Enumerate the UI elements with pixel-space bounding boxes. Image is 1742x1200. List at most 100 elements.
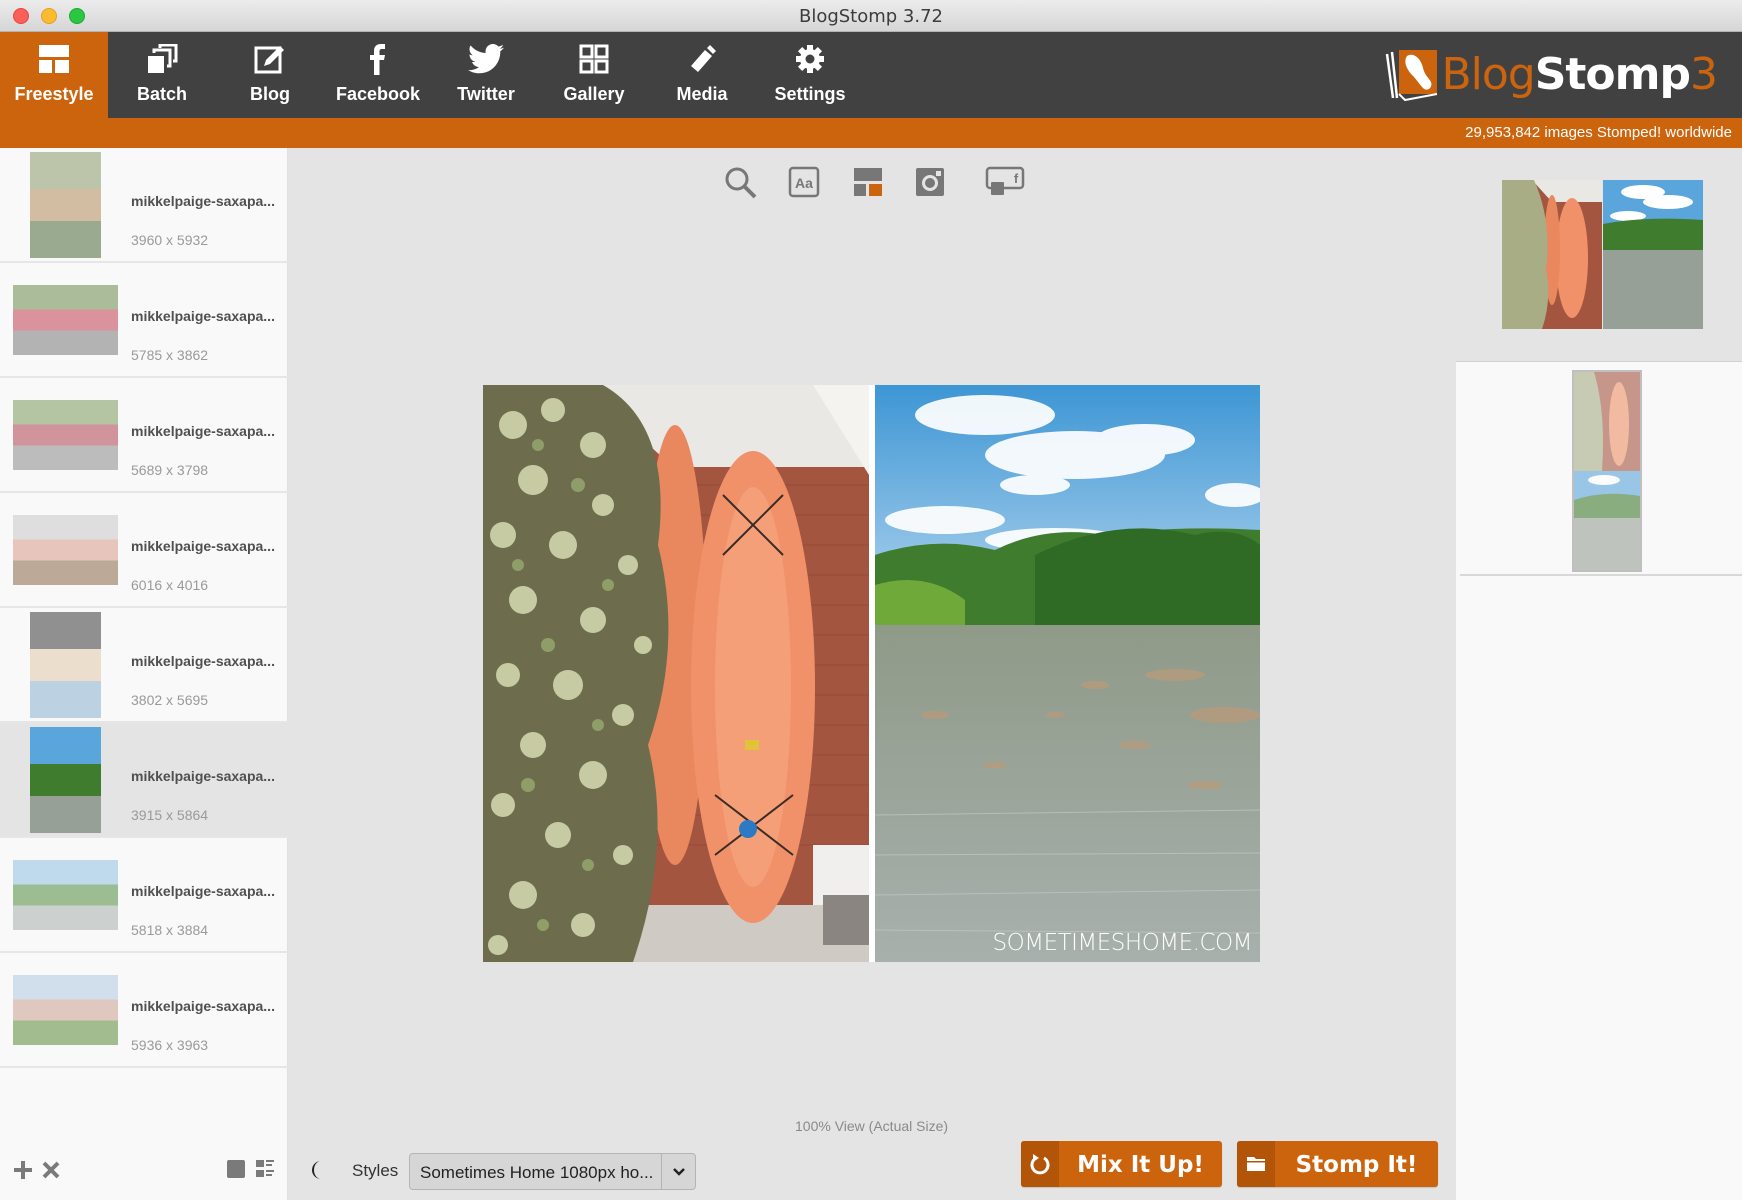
moon-icon xyxy=(312,1161,321,1179)
image-thumbnail xyxy=(30,152,101,258)
styles-label: Styles xyxy=(352,1161,399,1180)
kayak-photo[interactable] xyxy=(483,385,869,962)
nav-label: Freestyle xyxy=(14,84,94,104)
freestyle-layout-icon xyxy=(0,42,108,76)
layout-button[interactable] xyxy=(852,166,892,202)
image-thumbnail xyxy=(30,612,101,718)
chevron-down-icon[interactable] xyxy=(661,1154,695,1189)
facebook-cover-icon: f xyxy=(985,166,1025,195)
remove-image-button[interactable] xyxy=(41,1160,61,1183)
file-dimensions: 5785 x 3862 xyxy=(131,347,209,363)
file-name: mikkelpaige-saxapa... xyxy=(131,653,275,669)
usb-drive-icon xyxy=(648,42,756,76)
collage-canvas[interactable]: SOMETIMESHOME.COM xyxy=(483,385,1260,962)
list-view-button[interactable] xyxy=(256,1160,274,1181)
nav-gallery[interactable]: Gallery xyxy=(540,32,648,118)
file-name: mikkelpaige-saxapa... xyxy=(131,883,275,899)
layout-option-side-by-side[interactable] xyxy=(1456,148,1742,362)
styles-selected-value: Sometimes Home 1080px ho... xyxy=(420,1163,654,1182)
nav-label: Gallery xyxy=(563,84,625,104)
image-thumbnail xyxy=(13,515,118,585)
file-list-item[interactable]: mikkelpaige-saxapa... 5936 x 3963 xyxy=(0,953,288,1068)
mix-it-up-button[interactable]: Mix It Up! xyxy=(1021,1141,1222,1187)
file-list-item[interactable]: mikkelpaige-saxapa... 5689 x 3798 xyxy=(0,378,288,493)
image-thumbnail xyxy=(13,400,118,470)
instagram-button[interactable] xyxy=(914,166,954,202)
nav-label: Batch xyxy=(136,84,187,104)
nav-batch[interactable]: Batch xyxy=(108,32,216,118)
file-list-footer xyxy=(0,1140,288,1200)
stomp-it-button[interactable]: Stomp It! xyxy=(1237,1141,1438,1187)
logo-text-blog: Blog xyxy=(1441,48,1535,100)
stomp-count: 29,953,842 images Stomped! worldwide xyxy=(1465,124,1732,141)
file-list-item[interactable]: mikkelpaige-saxapa... 3915 x 5864 xyxy=(0,723,288,838)
facebook-cover-button[interactable]: f xyxy=(984,166,1032,202)
layout-option-stacked[interactable] xyxy=(1460,362,1742,576)
image-thumbnail xyxy=(30,727,101,833)
mix-it-up-label: Mix It Up! xyxy=(1077,1152,1204,1178)
file-name: mikkelpaige-saxapa... xyxy=(131,308,275,324)
nav-label: Facebook xyxy=(335,84,421,104)
watermark-text: SOMETIMESHOME.COM xyxy=(992,930,1253,956)
twitter-bird-icon xyxy=(432,42,540,76)
file-list-item[interactable]: mikkelpaige-saxapa... 3960 x 5932 xyxy=(0,148,288,263)
nav-media[interactable]: Media xyxy=(648,32,756,118)
file-list-sidebar: mikkelpaige-saxapa... 3960 x 5932 mikkelpa… xyxy=(0,148,288,1200)
title-bar: BlogStomp 3.72 xyxy=(0,0,1742,32)
batch-stack-icon xyxy=(108,42,216,76)
layout-thumb-kayak xyxy=(1502,180,1602,329)
facebook-icon xyxy=(324,42,432,76)
window-title: BlogStomp 3.72 xyxy=(798,6,944,27)
gear-icon xyxy=(756,42,864,76)
text-style-button[interactable]: Aa xyxy=(788,166,828,202)
main-nav: Freestyle Batch Blog Facebook Twitter Ga… xyxy=(0,32,1742,118)
layout-panel xyxy=(1456,148,1742,1200)
layout-thumb-stacked xyxy=(1572,370,1642,572)
zoom-button[interactable] xyxy=(724,166,764,202)
river-photo[interactable]: SOMETIMESHOME.COM xyxy=(875,385,1260,962)
nav-label: Twitter xyxy=(457,84,515,104)
blog-edit-icon xyxy=(216,42,324,76)
styles-dropdown[interactable]: Sometimes Home 1080px ho... xyxy=(409,1153,696,1190)
svg-text:f: f xyxy=(1014,171,1019,186)
nav-label: Blog xyxy=(250,84,290,104)
file-name: mikkelpaige-saxapa... xyxy=(131,998,275,1014)
add-image-button[interactable] xyxy=(13,1160,33,1183)
nav-label: Settings xyxy=(774,84,846,104)
image-thumbnail xyxy=(13,285,118,355)
file-list-item[interactable]: mikkelpaige-saxapa... 3802 x 5695 xyxy=(0,608,288,723)
file-name: mikkelpaige-saxapa... xyxy=(131,193,275,209)
footprint-logo-icon xyxy=(1386,50,1438,102)
file-dimensions: 6016 x 4016 xyxy=(131,577,209,593)
stats-bar: 29,953,842 images Stomped! worldwide xyxy=(0,118,1742,148)
file-dimensions: 5818 x 3884 xyxy=(131,922,209,938)
nav-freestyle[interactable]: Freestyle xyxy=(0,32,108,118)
file-list-item[interactable]: mikkelpaige-saxapa... 5818 x 3884 xyxy=(0,838,288,953)
file-dimensions: 3915 x 5864 xyxy=(131,807,209,823)
file-name: mikkelpaige-saxapa... xyxy=(131,768,275,784)
gallery-grid-icon xyxy=(540,42,648,76)
image-thumbnail xyxy=(13,975,118,1045)
dark-mode-toggle[interactable] xyxy=(308,1160,328,1180)
list-view-icon xyxy=(256,1160,274,1177)
nav-settings[interactable]: Settings xyxy=(756,32,864,118)
stomp-it-label: Stomp It! xyxy=(1295,1152,1418,1178)
file-name: mikkelpaige-saxapa... xyxy=(131,423,275,439)
layout-icon xyxy=(854,168,882,196)
blogstomp-logo: Blog Stomp 3 xyxy=(1383,44,1718,104)
file-dimensions: 3960 x 5932 xyxy=(131,232,209,248)
nav-facebook[interactable]: Facebook xyxy=(324,32,432,118)
logo-text-version: 3 xyxy=(1690,48,1718,100)
file-list-item[interactable]: mikkelpaige-saxapa... 6016 x 4016 xyxy=(0,493,288,608)
text-style-icon: Aa xyxy=(788,166,820,198)
nav-blog[interactable]: Blog xyxy=(216,32,324,118)
close-icon xyxy=(42,1161,60,1179)
nav-twitter[interactable]: Twitter xyxy=(432,32,540,118)
file-dimensions: 3802 x 5695 xyxy=(131,692,209,708)
file-list-item[interactable]: mikkelpaige-saxapa... 5785 x 3862 xyxy=(0,263,288,378)
file-name: mikkelpaige-saxapa... xyxy=(131,538,275,554)
image-thumbnail xyxy=(13,860,118,930)
layout-thumb-river xyxy=(1603,180,1703,329)
instagram-icon xyxy=(916,168,944,196)
grid-view-button[interactable] xyxy=(227,1160,245,1181)
